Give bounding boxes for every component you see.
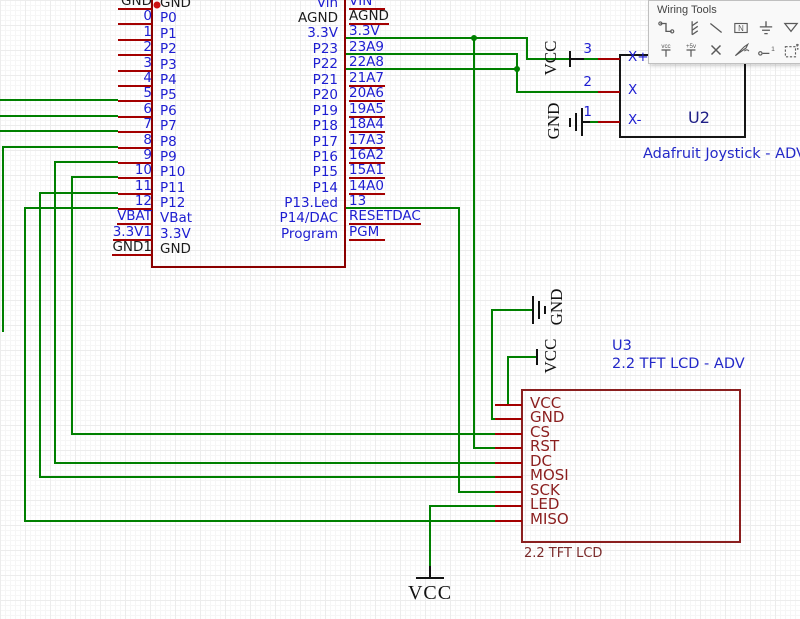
teensy-left-pin-name: P11 [160, 182, 185, 195]
teensy-right-pin-label: RESETDAC [349, 210, 421, 225]
teensy-left-pin-name: P6 [160, 105, 177, 118]
bottom-vcc-label[interactable]: VCC [404, 582, 456, 605]
teensy-right-pin-name: P13.Led [284, 197, 338, 210]
tft-pin-name: MISO [530, 513, 569, 526]
teensy-right-pin-label: 15A1 [349, 164, 385, 179]
svg-text:vcc: vcc [661, 43, 670, 50]
teensy-left-pin-label: VBAT [117, 210, 152, 225]
teensy-left-pin-label: 0 [118, 10, 152, 25]
teensy-right-pin-label: PGM [349, 226, 385, 241]
joystick-pin-name: X- [628, 114, 641, 127]
tft-vcc-label[interactable]: VCC [541, 339, 561, 374]
teensy-right-pin-name: P15 [313, 166, 338, 179]
tft-subtitle[interactable]: 2.2 TFT LCD [524, 546, 602, 561]
wire[interactable] [25, 208, 495, 521]
teensy-right-pin-name: P20 [313, 89, 338, 102]
joystick-refdes[interactable]: U2 [688, 108, 710, 127]
teensy-right-pin-label: 3.3V [349, 25, 385, 38]
teensy-left-pin-name: P1 [160, 28, 177, 41]
group-tool-icon[interactable] [782, 41, 800, 59]
netlabel-tool-icon[interactable]: N [732, 19, 750, 37]
svg-text:+5v: +5v [686, 43, 697, 50]
no-connect-tool-icon[interactable] [707, 41, 725, 59]
teensy-left-pin-name: P3 [160, 59, 177, 72]
teensy-right-pin-name: Vin [317, 0, 338, 10]
teensy-left-pin-name: P5 [160, 89, 177, 102]
teensy-left-pin-name: P2 [160, 43, 177, 56]
teensy-left-pin-name: P0 [160, 12, 177, 25]
teensy-left-pin-label: 5 [118, 87, 152, 102]
wire[interactable] [3, 147, 118, 332]
wire[interactable] [492, 310, 533, 419]
joystick-name[interactable]: Adafruit Joystick - ADV [643, 146, 800, 162]
wiring-tools-palette[interactable]: Wiring Tools Nvcc +5v 1 [648, 0, 800, 64]
svg-text:1: 1 [771, 46, 775, 53]
tft-refdes[interactable]: U3 [612, 338, 632, 354]
teensy-left-pin-name: GND [160, 0, 191, 10]
ground-tool-icon[interactable] [757, 19, 775, 37]
teensy-left-pin-name: P4 [160, 74, 177, 87]
junction-dot [514, 66, 520, 72]
teensy-left-pin-name: P8 [160, 136, 177, 149]
teensy-right-pin-name: P23 [313, 43, 338, 56]
tft-gnd-label[interactable]: GND [547, 289, 567, 326]
joystick-gnd-label[interactable]: GND [544, 103, 564, 140]
joystick-pin-number: 2 [583, 76, 592, 89]
teensy-right-pin-name: AGND [298, 12, 338, 25]
teensy-left-pin-name: P9 [160, 151, 177, 164]
teensy-left-pin-name: GND [160, 243, 191, 256]
teensy-right-pin-name: P22 [313, 58, 338, 71]
teensy-right-pin-name: Program [281, 228, 338, 241]
teensy-left-pin-name: 3.3V [160, 228, 191, 241]
teensy-left-pin-name: P7 [160, 120, 177, 133]
teensy-right-pin-name: 3.3V [307, 27, 338, 40]
teensy-right-pin-label: 20A6 [349, 87, 385, 102]
svg-text:N: N [738, 24, 744, 33]
schematic-canvas[interactable]: GNDGND0P01P12P23P34P45P56P67P78P89P910P1… [0, 0, 800, 619]
junction-dot [471, 35, 477, 41]
wire[interactable] [430, 506, 495, 566]
teensy-right-pin-name: P21 [313, 74, 338, 87]
teensy-right-pin-name: P17 [313, 136, 338, 149]
joystick-pin-number: 3 [583, 43, 592, 56]
teensy-right-pin-name: P14/DAC [280, 212, 338, 225]
wire[interactable] [346, 208, 495, 492]
teensy-left-pin-label: GND1 [112, 241, 152, 256]
joystick-pin-name: X+ [628, 51, 649, 64]
teensy-left-pin-name: VBat [160, 212, 192, 225]
line-tool-icon[interactable] [707, 19, 725, 37]
pin-tool-icon[interactable]: 1 [757, 41, 775, 59]
netport-tool-icon[interactable] [782, 19, 800, 37]
teensy-right-pin-label: 22A8 [349, 56, 385, 69]
wire-tool-icon[interactable] [657, 19, 675, 37]
teensy-right-pin-name: P18 [313, 120, 338, 133]
teensy-right-pin-label: 18A4 [349, 118, 385, 133]
teensy-left-pin-label: 7 [118, 118, 152, 133]
joystick-vcc-label[interactable]: VCC [541, 41, 561, 76]
teensy-left-pin-name: P10 [160, 166, 185, 179]
teensy-right-pin-label: 23A9 [349, 41, 385, 54]
joystick-pin-name: X [628, 84, 637, 97]
teensy-left-pin-label: 10 [118, 164, 152, 179]
joystick-pin-number: 1 [583, 106, 592, 119]
bus-tool-icon[interactable] [682, 19, 700, 37]
tft-name[interactable]: 2.2 TFT LCD - ADV [612, 356, 745, 372]
teensy-right-pin-name: P14 [313, 182, 338, 195]
teensy-right-pin-name: P16 [313, 151, 338, 164]
teensy-left-pin-label: 2 [118, 41, 152, 56]
plus5v-flag-tool-icon[interactable]: +5v [682, 41, 700, 59]
pen-tool-icon[interactable] [732, 41, 750, 59]
teensy-right-pin-label: 13 [349, 195, 385, 208]
teensy-right-pin-name: P19 [313, 105, 338, 118]
teensy-left-pin-name: P12 [160, 197, 185, 210]
wiring-tools-title: Wiring Tools [657, 4, 800, 16]
vcc-flag-tool-icon[interactable]: vcc [657, 41, 675, 59]
